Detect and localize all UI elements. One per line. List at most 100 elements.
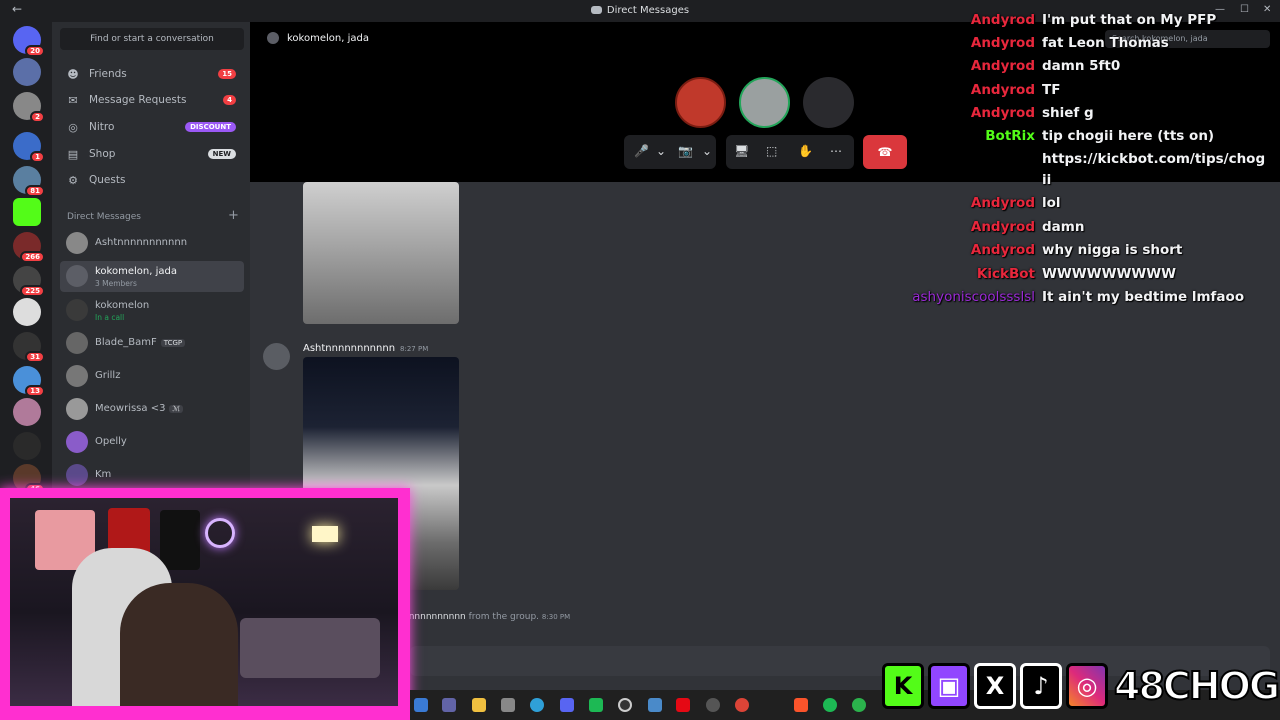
server-badge: 31 xyxy=(25,351,45,363)
chat-message: It ain't my bedtime lmfaoo xyxy=(1042,289,1245,305)
dm-item[interactable]: Ashtnnnnnnnnnnn xyxy=(60,228,244,259)
soundboard-icon[interactable]: ✋ xyxy=(798,144,813,158)
nav-label: Quests xyxy=(89,174,126,186)
server-icon[interactable]: 81 xyxy=(13,166,45,197)
minimize-button[interactable]: — xyxy=(1215,4,1225,15)
chat-username: Andyrod xyxy=(970,82,1035,98)
teams-icon[interactable] xyxy=(442,698,456,712)
lamp-image xyxy=(312,526,338,542)
participant-avatar[interactable] xyxy=(675,77,726,128)
close-button[interactable]: ✕ xyxy=(1263,4,1271,15)
server-badge: 13 xyxy=(25,385,45,397)
hang-up-button[interactable]: ☎ xyxy=(863,135,907,169)
screen-share-icon[interactable]: 🖥 xyxy=(734,144,749,158)
call-action-controls: 🖥 ⬚ ✋ ⋯ xyxy=(726,135,854,169)
x-icon: X xyxy=(974,663,1016,709)
server-badge: 20 xyxy=(25,45,45,57)
nav-nitro[interactable]: ◎ Nitro DISCOUNT xyxy=(60,115,244,139)
quests-icon: ⚙ xyxy=(68,174,78,187)
streamer-image xyxy=(120,583,238,706)
nitro-icon: ◎ xyxy=(68,121,78,134)
server-icon[interactable] xyxy=(13,298,41,326)
avatar xyxy=(66,299,88,321)
server-icon[interactable] xyxy=(13,432,41,460)
chat-username: Andyrod xyxy=(970,35,1035,51)
app-icon[interactable] xyxy=(589,698,603,712)
dm-item[interactable]: Opelly xyxy=(60,427,244,458)
chrome-icon[interactable] xyxy=(735,698,749,712)
obs-icon[interactable] xyxy=(618,698,632,712)
maximize-button[interactable]: ☐ xyxy=(1240,4,1249,15)
mic-icon[interactable]: 🎤 xyxy=(634,144,649,158)
chat-message: fat Leon Thomas xyxy=(1042,35,1169,51)
dm-item[interactable]: Meowrissa <3 ℳ xyxy=(60,394,244,425)
twitch-icon: ▣ xyxy=(928,663,970,709)
server-icon[interactable]: 225 xyxy=(13,266,45,297)
server-icon[interactable] xyxy=(13,58,41,86)
avatar xyxy=(66,431,88,453)
group-icon xyxy=(267,32,279,44)
add-dm-button[interactable]: + xyxy=(228,208,239,223)
chevron-down-icon[interactable]: ⌄ xyxy=(656,144,666,158)
chat-message: I'm put that on My PFP xyxy=(1042,12,1217,28)
app-icon[interactable] xyxy=(706,698,720,712)
nav-label: Nitro xyxy=(89,121,115,133)
message-header: Ashtnnnnnnnnnnn 8:27 PM xyxy=(303,343,428,354)
call-header: kokomelon, jada xyxy=(267,32,369,44)
server-icon[interactable]: 2 xyxy=(13,92,45,123)
dm-name: Opelly xyxy=(95,436,127,447)
participant-avatar[interactable] xyxy=(803,77,854,128)
nav-quests[interactable]: ⚙ Quests xyxy=(60,168,244,192)
discount-pill: DISCOUNT xyxy=(185,122,236,132)
dm-item[interactable]: Km xyxy=(60,460,244,491)
discord-icon[interactable] xyxy=(560,698,574,712)
store-icon[interactable] xyxy=(501,698,515,712)
camera-off-icon[interactable]: 📷 xyxy=(678,144,693,158)
dm-item[interactable]: kokomelon In a call xyxy=(60,295,244,326)
find-conversation-input[interactable]: Find or start a conversation xyxy=(60,28,244,50)
nav-friends[interactable]: ☻ Friends 15 xyxy=(60,62,244,86)
home-server[interactable]: 20 xyxy=(13,26,45,57)
edge-icon[interactable] xyxy=(530,698,544,712)
server-icon[interactable] xyxy=(13,398,41,426)
activities-icon[interactable]: ⬚ xyxy=(766,144,777,158)
app-icon[interactable] xyxy=(648,698,662,712)
nav-label: Message Requests xyxy=(89,94,187,106)
nav-label: Shop xyxy=(89,148,116,160)
folder-icon[interactable] xyxy=(472,698,486,712)
chat-message: why nigga is short xyxy=(1042,242,1183,258)
avatar[interactable] xyxy=(263,343,290,370)
chat-message: damn 5ft0 xyxy=(1042,58,1121,74)
dm-item-selected[interactable]: kokomelon, jada 3 Members xyxy=(60,261,244,292)
app-icon[interactable] xyxy=(852,698,866,712)
dm-item[interactable]: Grillz xyxy=(60,361,244,392)
server-badge: 81 xyxy=(25,185,45,197)
nav-message-requests[interactable]: ✉ Message Requests 4 xyxy=(60,88,244,112)
server-icon[interactable]: 31 xyxy=(13,332,45,363)
more-icon[interactable]: ⋯ xyxy=(830,144,842,158)
call-channel-name: kokomelon, jada xyxy=(287,33,369,44)
window-title-text: Direct Messages xyxy=(606,5,690,16)
tiktok-icon: ♪ xyxy=(1020,663,1062,709)
app-icon[interactable] xyxy=(414,698,428,712)
message-image[interactable] xyxy=(303,182,459,324)
server-badge: 266 xyxy=(20,251,45,263)
envelope-icon: ✉ xyxy=(68,94,78,107)
participant-avatar-speaking[interactable] xyxy=(739,77,790,128)
netflix-icon[interactable] xyxy=(676,698,690,712)
nav-shop[interactable]: ▤ Shop NEW xyxy=(60,142,244,166)
server-icon[interactable]: 266 xyxy=(13,232,45,263)
server-icon[interactable]: 13 xyxy=(13,366,45,397)
kick-server-icon[interactable] xyxy=(13,198,41,226)
dm-item[interactable]: Blade_BamF TCGP xyxy=(60,328,244,359)
spotify-icon[interactable] xyxy=(823,698,837,712)
server-icon[interactable]: 1 xyxy=(13,132,45,163)
group-avatar xyxy=(66,265,88,287)
brave-icon[interactable] xyxy=(794,698,808,712)
webcam-video xyxy=(10,498,398,706)
mic-camera-controls: 🎤 ⌄ 📷 ⌄ xyxy=(624,135,716,169)
streamer-handle: 48CHOGII xyxy=(1113,663,1280,709)
chat-message: shief g xyxy=(1042,105,1094,121)
message-author[interactable]: Ashtnnnnnnnnnnn xyxy=(303,343,395,354)
chevron-down-icon[interactable]: ⌄ xyxy=(702,144,712,158)
